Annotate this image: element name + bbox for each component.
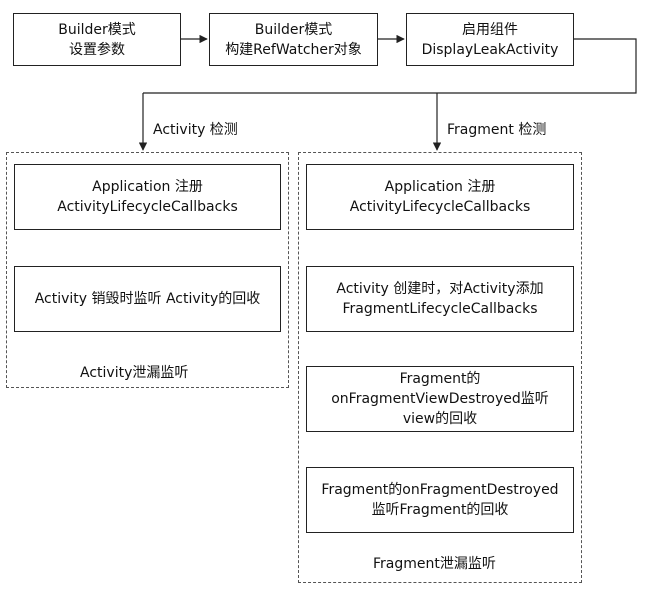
fragment-register-callbacks-box: Application 注册 ActivityLifecycleCallback… <box>306 164 574 230</box>
builder-params-box: Builder模式 设置参数 <box>13 13 181 66</box>
activity-detection-label: Activity 检测 <box>153 122 238 138</box>
activity-leak-caption: Activity泄漏监听 <box>80 365 189 381</box>
enable-component-box: 启用组件 DisplayLeakActivity <box>406 13 574 66</box>
builder-watcher-box: Builder模式 构建RefWatcher对象 <box>209 13 378 66</box>
activity-destroy-listen-box: Activity 销毁时监听 Activity的回收 <box>14 266 281 332</box>
fragment-detection-label: Fragment 检测 <box>447 122 547 138</box>
fragment-add-callbacks-box: Activity 创建时，对Activity添加 FragmentLifecyc… <box>306 266 574 332</box>
fragment-destroyed-box: Fragment的onFragmentDestroyed 监听Fragment的… <box>306 467 574 533</box>
fragment-view-destroyed-box: Fragment的 onFragmentViewDestroyed监听 view… <box>306 366 574 432</box>
fragment-leak-caption: Fragment泄漏监听 <box>373 556 496 572</box>
activity-register-callbacks-box: Application 注册 ActivityLifecycleCallback… <box>14 164 281 230</box>
